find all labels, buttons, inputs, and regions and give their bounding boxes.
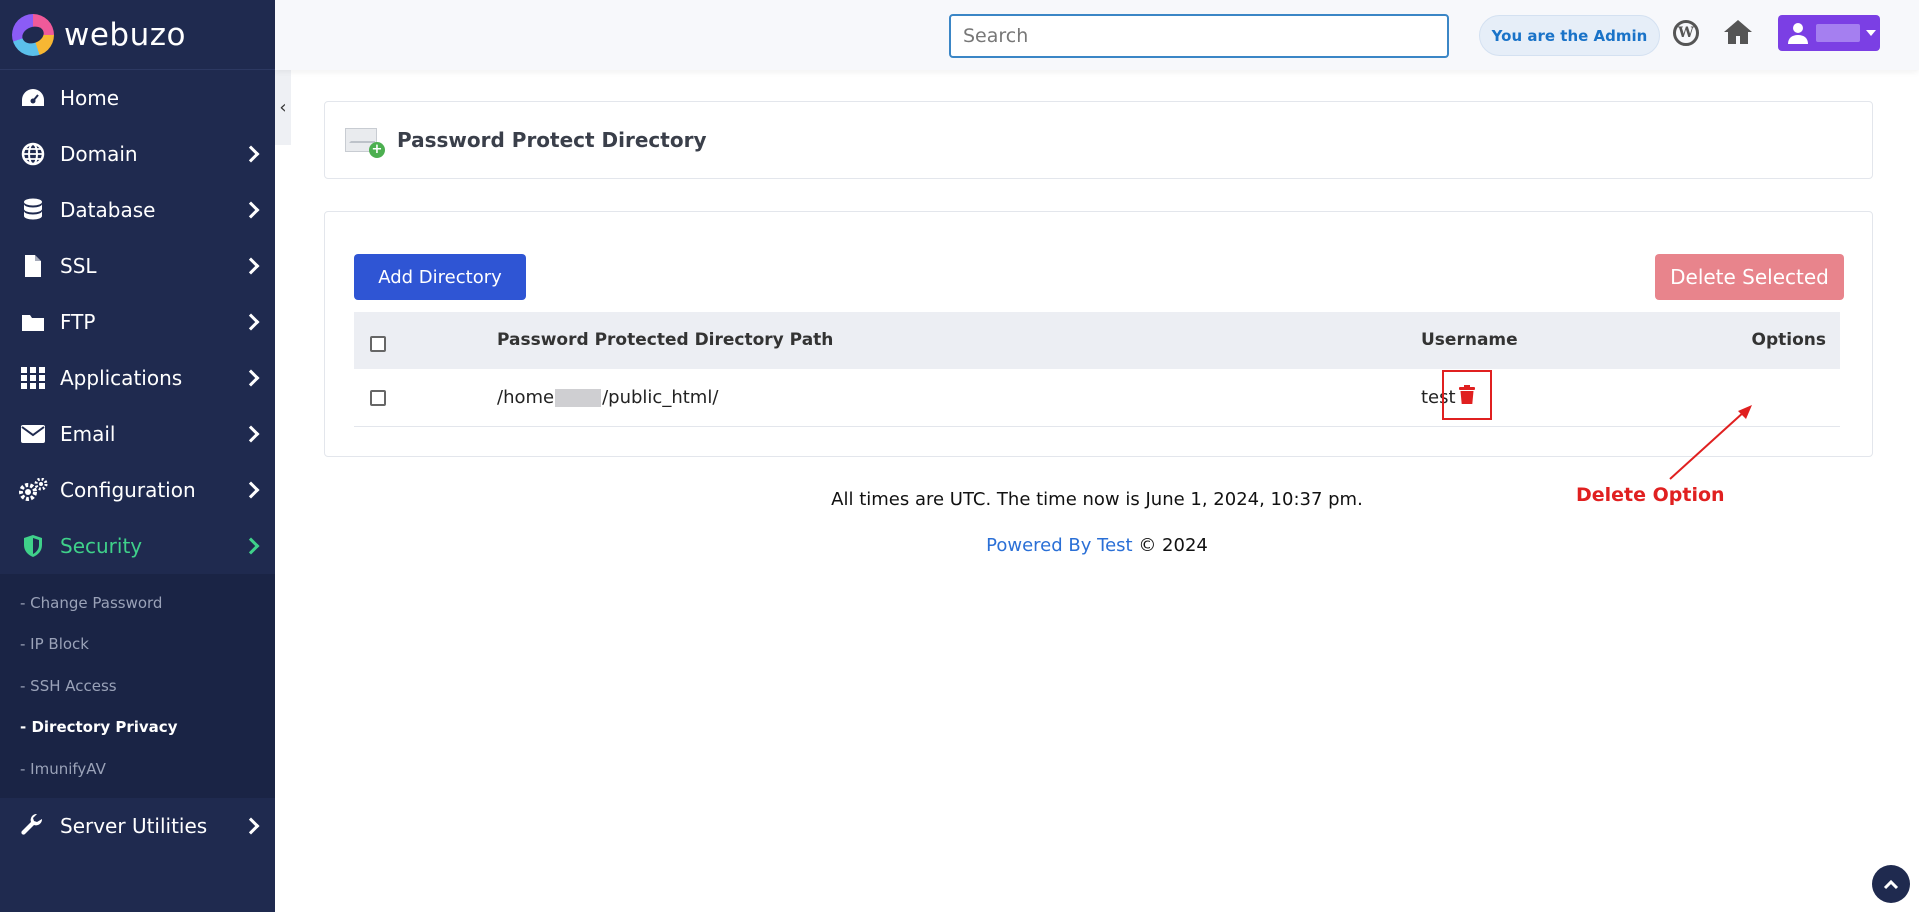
footer-powered-by: Powered By Test © 2024 — [0, 535, 1919, 556]
caret-down-icon — [1866, 30, 1876, 36]
dashboard-icon — [18, 86, 48, 110]
sidebar-item-label: Applications — [60, 366, 183, 390]
column-header-username: Username — [1421, 330, 1518, 350]
submenu-item-directory-privacy[interactable]: - Directory Privacy — [0, 707, 275, 749]
webuzo-logo-icon — [12, 13, 54, 56]
wrench-icon — [18, 813, 48, 838]
directory-path: /home/public_html/ — [497, 387, 718, 408]
envelope-add-icon: + — [345, 126, 385, 158]
chevron-right-icon — [242, 313, 260, 331]
sidebar-item-email[interactable]: Email — [0, 406, 275, 462]
chevron-right-icon — [242, 201, 260, 219]
grid-icon — [18, 366, 48, 390]
annotation-arrow — [1669, 405, 1752, 480]
path-suffix: /public_html/ — [602, 387, 719, 408]
search-input[interactable] — [949, 14, 1449, 58]
delete-selected-button[interactable]: Delete Selected — [1655, 254, 1844, 300]
chevron-right-icon — [242, 145, 260, 163]
directory-table-card: Add Directory Delete Selected Password P… — [324, 211, 1873, 457]
top-bar: You are the Admin W — [275, 0, 1919, 70]
sidebar-item-domain[interactable]: Domain — [0, 126, 275, 182]
select-all-checkbox[interactable] — [370, 336, 386, 352]
admin-badge[interactable]: You are the Admin — [1479, 15, 1660, 56]
trash-icon — [1459, 385, 1475, 404]
security-submenu: - Change Password - IP Block - SSH Acces… — [0, 574, 275, 798]
user-menu-button[interactable] — [1778, 15, 1880, 51]
path-prefix: /home — [497, 387, 555, 408]
add-directory-button[interactable]: Add Directory — [354, 254, 526, 300]
sidebar-item-server-utilities[interactable]: Server Utilities — [0, 798, 275, 854]
chevron-right-icon — [242, 425, 260, 443]
sidebar-item-home[interactable]: Home — [0, 70, 275, 126]
folder-icon — [18, 310, 48, 334]
user-icon — [1788, 23, 1808, 44]
scroll-to-top-button[interactable] — [1872, 865, 1910, 903]
page-title: Password Protect Directory — [397, 128, 707, 152]
sidebar-item-database[interactable]: Database — [0, 182, 275, 238]
sidebar-item-label: Server Utilities — [60, 813, 208, 838]
path-redacted — [555, 389, 602, 407]
page-header-card: + Password Protect Directory — [324, 101, 1873, 179]
submenu-item-ip-block[interactable]: - IP Block — [0, 624, 275, 666]
delete-row-button[interactable] — [1442, 370, 1492, 420]
database-icon — [18, 198, 48, 222]
file-icon — [18, 254, 48, 278]
username-redacted — [1816, 24, 1860, 42]
footer-time: All times are UTC. The time now is June … — [831, 489, 1363, 510]
envelope-icon — [18, 422, 48, 446]
column-header-options: Options — [1751, 330, 1826, 350]
brand-name: webuzo — [64, 16, 186, 53]
chevron-right-icon — [242, 817, 260, 834]
sidebar-item-label: Database — [60, 198, 156, 222]
sidebar: webuzo Home Domain Database SSL FTP Appl… — [0, 0, 275, 912]
sidebar-item-label: Email — [60, 422, 116, 446]
table-row: /home/public_html/ test — [354, 369, 1840, 427]
row-checkbox[interactable] — [370, 390, 386, 406]
brand-logo[interactable]: webuzo — [0, 0, 275, 70]
chevron-right-icon — [242, 369, 260, 387]
sidebar-item-label: FTP — [60, 310, 96, 334]
sidebar-item-label: Domain — [60, 142, 138, 166]
submenu-item-imunifyav[interactable]: - ImunifyAV — [0, 748, 275, 790]
copyright-text: © 2024 — [1138, 535, 1208, 556]
globe-icon — [18, 142, 48, 166]
sidebar-collapse-toggle[interactable]: ‹ — [275, 70, 291, 145]
wordpress-icon[interactable]: W — [1673, 20, 1699, 46]
sidebar-item-label: SSL — [60, 254, 97, 278]
home-icon[interactable] — [1723, 18, 1753, 48]
chevron-up-icon — [1883, 879, 1899, 890]
powered-by-link[interactable]: Powered By Test — [986, 535, 1132, 556]
sidebar-item-ssl[interactable]: SSL — [0, 238, 275, 294]
table-header: Password Protected Directory Path Userna… — [354, 312, 1840, 369]
sidebar-item-ftp[interactable]: FTP — [0, 294, 275, 350]
submenu-item-ssh-access[interactable]: - SSH Access — [0, 665, 275, 707]
sidebar-item-label: Home — [60, 86, 120, 110]
chevron-right-icon — [242, 257, 260, 275]
column-header-path: Password Protected Directory Path — [497, 330, 834, 350]
submenu-item-change-password[interactable]: - Change Password — [0, 582, 275, 624]
sidebar-item-applications[interactable]: Applications — [0, 350, 275, 406]
